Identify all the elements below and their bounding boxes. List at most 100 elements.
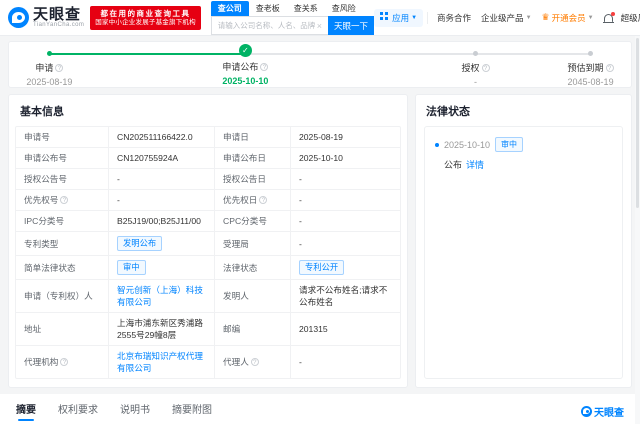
- legal-status-item-badge: 审中: [495, 137, 523, 152]
- basic-info-title: 基本信息: [14, 103, 402, 126]
- clear-search-icon[interactable]: ×: [315, 21, 324, 31]
- legal-status-item: 2025-10-10 审中 公布 详情: [435, 137, 612, 171]
- field-label: CPC分类号: [214, 211, 290, 231]
- field-label: 发明人: [214, 280, 290, 312]
- table-row: 优先权号? - 优先权日? -: [16, 189, 400, 210]
- table-row: 简单法律状态 审中 法律状态 专利公开: [16, 255, 400, 279]
- field-value: 2025-08-19: [290, 127, 400, 147]
- applicant-link[interactable]: 智元创新（上海）科技有限公司: [117, 284, 206, 308]
- document-tabs: 摘要 权利要求 说明书 摘要附图 天眼查: [8, 401, 632, 421]
- info-icon[interactable]: ?: [606, 64, 614, 72]
- search-tab-risk[interactable]: 查风险: [325, 1, 363, 16]
- legal-status-event: 公布: [444, 158, 462, 171]
- top-header: 天眼查 TianYanCha.com 都在用的商业查询工具 国家中小企业发展子基…: [0, 0, 640, 36]
- info-icon[interactable]: ?: [60, 358, 68, 366]
- info-icon[interactable]: ?: [55, 64, 63, 72]
- field-label: 法律状态: [214, 256, 290, 279]
- banner-line1: 都在用的商业查询工具: [95, 9, 196, 18]
- watermark-text: 天眼查: [594, 404, 624, 419]
- table-row: 申请号 CN202511166422.0 申请日 2025-08-19: [16, 127, 400, 147]
- table-row: 授权公告号 - 授权公告日 -: [16, 168, 400, 189]
- tab-abstract[interactable]: 摘要: [16, 401, 36, 421]
- tab-description[interactable]: 说明书: [120, 401, 150, 421]
- field-value: CN120755924A: [108, 148, 214, 168]
- nav-vip[interactable]: ♛ 开通会员 ▼: [537, 12, 599, 24]
- field-label: 授权公告号: [16, 169, 108, 189]
- nav-enterprise[interactable]: 企业级产品 ▼: [476, 12, 536, 24]
- patent-timeline: 申请? 2025-08-19 ✓ 申请公布? 2025-10-10 授权? - …: [8, 41, 632, 88]
- timeline-dot: [47, 51, 52, 56]
- legal-status-date: 2025-10-10: [444, 140, 490, 150]
- timeline-dot: [473, 51, 478, 56]
- nav-cooperation[interactable]: 商务合作: [432, 12, 476, 24]
- apps-grid-icon: [380, 12, 383, 15]
- info-icon[interactable]: ?: [251, 358, 259, 366]
- field-value: 请求不公布姓名;请求不公布姓名: [290, 280, 400, 312]
- legal-status-section: 法律状态 2025-10-10 审中 公布 详情: [415, 94, 632, 388]
- timeline-dot: [588, 51, 593, 56]
- field-label: 代理机构?: [16, 346, 108, 378]
- logo-subtitle: TianYanCha.com: [33, 22, 84, 28]
- page-scrollbar[interactable]: [635, 36, 640, 424]
- chevron-down-icon: ▼: [411, 15, 417, 21]
- timeline-step-apply: 申请? 2025-08-19: [4, 47, 94, 87]
- field-value: -: [290, 346, 400, 378]
- search-input[interactable]: [218, 21, 315, 30]
- field-label: 优先权日?: [214, 190, 290, 210]
- bullet-icon: [435, 143, 439, 147]
- notification-dot: [611, 12, 615, 16]
- info-icon[interactable]: ?: [60, 196, 68, 204]
- field-label: 受理局: [214, 232, 290, 255]
- eye-logo-icon: [8, 7, 29, 28]
- tab-claims[interactable]: 权利要求: [58, 401, 98, 421]
- tianyancha-logo[interactable]: 天眼查 TianYanCha.com: [8, 7, 84, 28]
- search-tab-relation[interactable]: 查关系: [287, 1, 325, 16]
- field-label: 简单法律状态: [16, 256, 108, 279]
- detail-link[interactable]: 详情: [466, 158, 484, 171]
- search-tab-boss[interactable]: 查老板: [249, 1, 287, 16]
- field-label: 申请（专利权）人: [16, 280, 108, 312]
- search-button[interactable]: 天眼一下: [328, 16, 374, 35]
- field-label: 邮编: [214, 313, 290, 345]
- promo-banner[interactable]: 都在用的商业查询工具 国家中小企业发展子基金旗下机构: [90, 6, 201, 30]
- field-value: -: [290, 232, 400, 255]
- tab-abstract-figure[interactable]: 摘要附图: [172, 401, 212, 421]
- info-icon[interactable]: ?: [259, 196, 267, 204]
- search-tab-company[interactable]: 查公司: [211, 1, 249, 16]
- agency-link[interactable]: 北京布瑞知识产权代理有限公司: [117, 350, 206, 374]
- check-circle-icon: ✓: [239, 44, 252, 57]
- field-label: IPC分类号: [16, 211, 108, 231]
- header-nav: 应用 ▼ 商务合作 企业级产品 ▼ ♛ 开通会员 ▼ 超级风... ▼: [374, 9, 640, 27]
- field-value: B25J19/00;B25J11/00: [108, 211, 214, 231]
- field-value: -: [290, 190, 400, 210]
- field-label: 优先权号?: [16, 190, 108, 210]
- field-value: -: [108, 190, 214, 210]
- search-tabs: 查公司 查老板 查关系 查风险: [211, 2, 374, 16]
- patent-type-badge[interactable]: 发明公布: [117, 236, 162, 251]
- table-row: 申请（专利权）人 智元创新（上海）科技有限公司 发明人 请求不公布姓名;请求不公…: [16, 279, 400, 312]
- table-row: 专利类型 发明公布 受理局 -: [16, 231, 400, 255]
- notification-bell[interactable]: [604, 14, 613, 22]
- nav-apps[interactable]: 应用 ▼: [374, 9, 423, 27]
- field-value: -: [290, 169, 400, 189]
- nav-user-menu[interactable]: 超级风... ▼: [616, 12, 640, 24]
- table-row: IPC分类号 B25J19/00;B25J11/00 CPC分类号 -: [16, 210, 400, 231]
- logo-title: 天眼查: [33, 7, 84, 22]
- field-label: 代理人?: [214, 346, 290, 378]
- basic-info-section: 基本信息 申请号 CN202511166422.0 申请日 2025-08-19…: [8, 94, 408, 388]
- timeline-step-expiry: 预估到期? 2045-08-19: [546, 47, 636, 87]
- field-value: CN202511166422.0: [108, 127, 214, 147]
- legal-status-badge[interactable]: 专利公开: [299, 260, 344, 275]
- field-label: 申请号: [16, 127, 108, 147]
- field-label: 申请公布号: [16, 148, 108, 168]
- field-value: 2025-10-10: [290, 148, 400, 168]
- simple-legal-status-badge[interactable]: 审中: [117, 260, 146, 275]
- field-label: 申请公布日: [214, 148, 290, 168]
- field-value: -: [290, 211, 400, 231]
- table-row: 地址 上海市浦东新区秀浦路2555号29幢8层 邮编 201315: [16, 312, 400, 345]
- table-row: 代理机构? 北京布瑞知识产权代理有限公司 代理人? -: [16, 345, 400, 378]
- legal-status-title: 法律状态: [424, 103, 623, 126]
- scrollbar-thumb[interactable]: [636, 38, 639, 208]
- info-icon[interactable]: ?: [482, 64, 490, 72]
- info-icon[interactable]: ?: [260, 63, 268, 71]
